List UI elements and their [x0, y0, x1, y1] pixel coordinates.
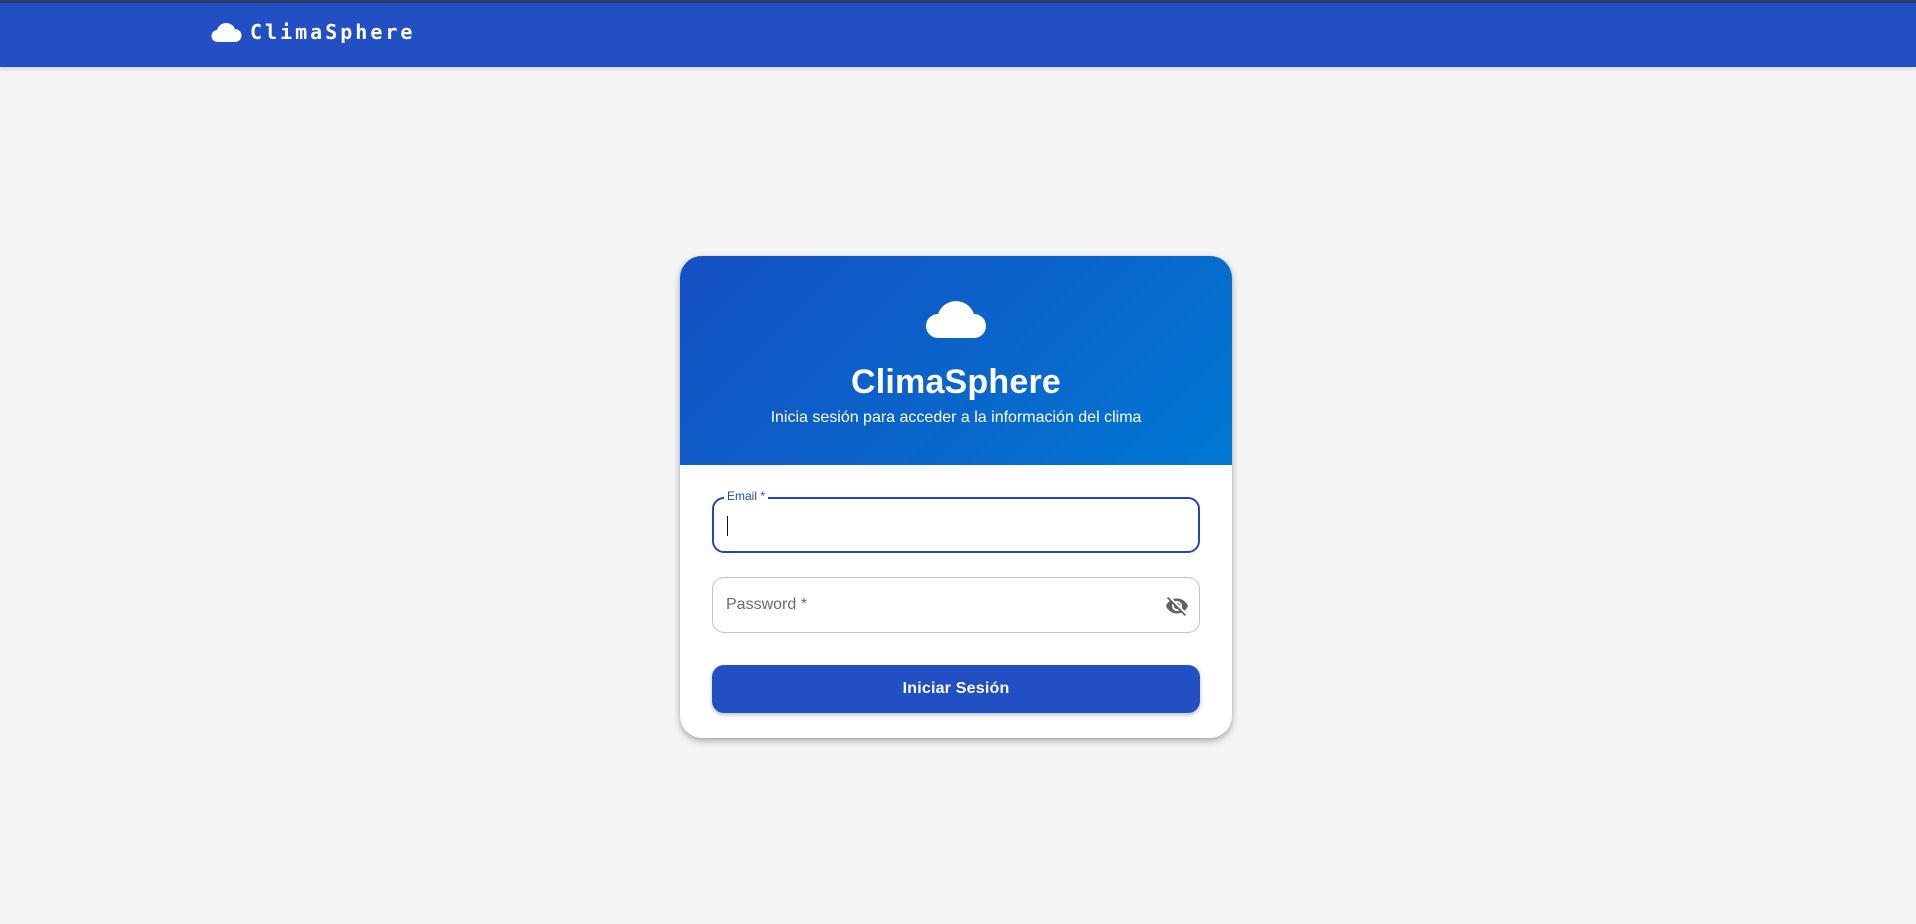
- text-cursor: [727, 516, 728, 536]
- login-button[interactable]: Iniciar Sesión: [712, 665, 1200, 713]
- visibility-off-icon: [1166, 597, 1188, 616]
- login-subtitle: Inicia sesión para acceder a la informac…: [770, 409, 1142, 426]
- top-app-bar: ClimaSphere: [0, 0, 1916, 67]
- login-card: ClimaSphere Inicia sesión para acceder a…: [680, 256, 1232, 738]
- password-visibility-toggle[interactable]: [1163, 592, 1191, 620]
- password-field[interactable]: Password *: [712, 577, 1200, 633]
- email-input[interactable]: [726, 499, 1166, 551]
- brand-link[interactable]: ClimaSphere: [210, 21, 415, 43]
- login-title: ClimaSphere: [850, 363, 1062, 401]
- email-field[interactable]: Email *: [712, 488, 1200, 553]
- password-input[interactable]: [725, 578, 1165, 632]
- cloud-icon: [925, 296, 987, 340]
- brand-name: ClimaSphere: [250, 20, 416, 44]
- cloud-icon: [210, 21, 242, 43]
- login-card-header: ClimaSphere Inicia sesión para acceder a…: [680, 256, 1232, 465]
